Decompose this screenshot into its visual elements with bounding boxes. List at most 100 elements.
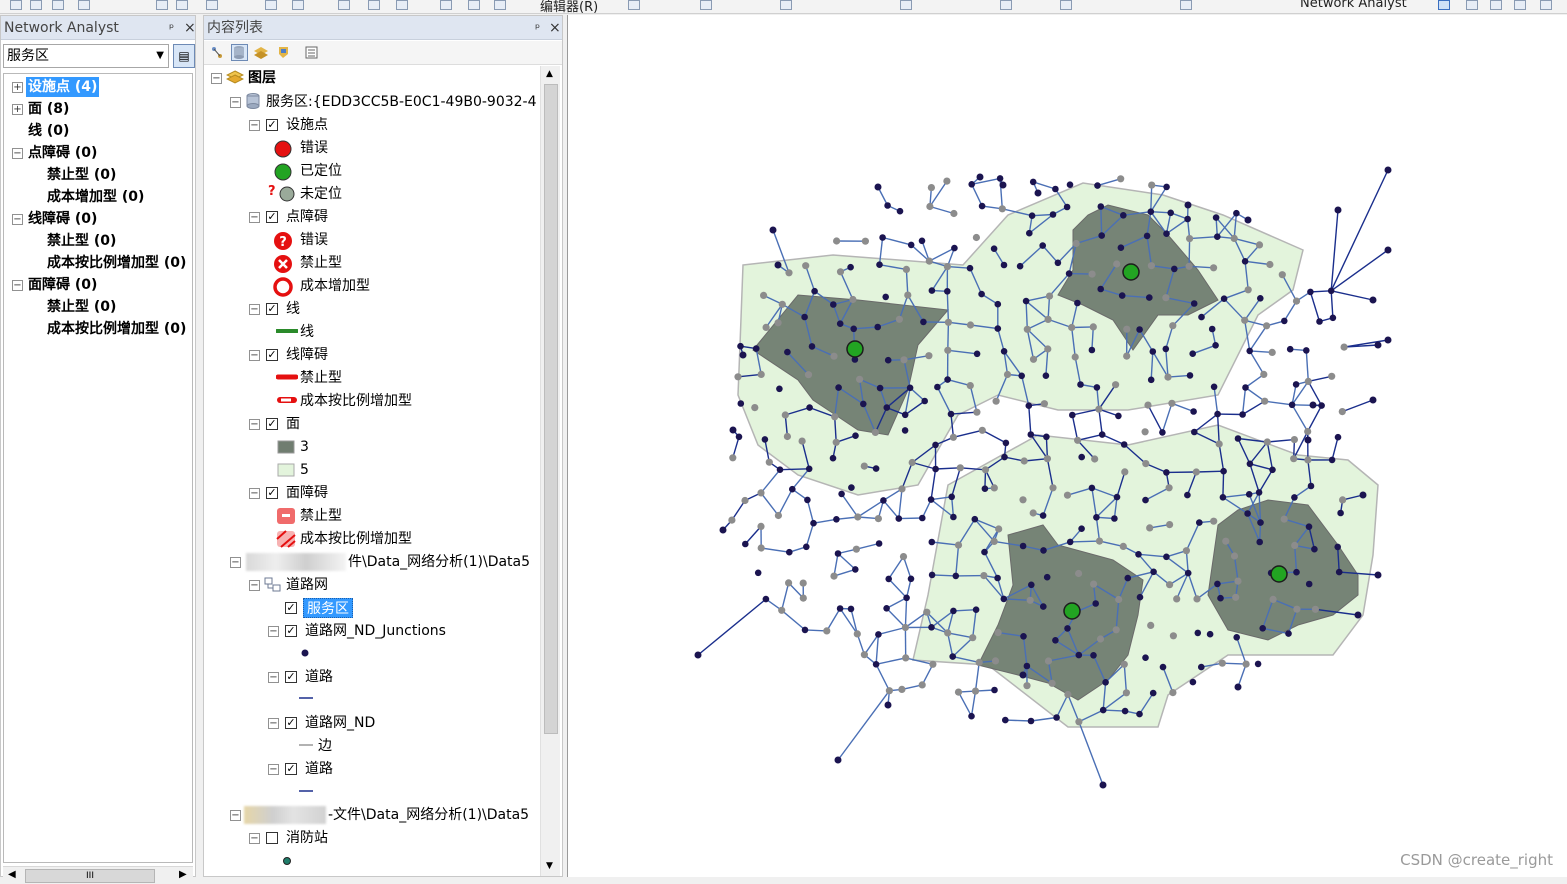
list-by-visibility-icon[interactable] <box>253 44 270 61</box>
toc-service-area-selected[interactable]: 服务区 <box>303 598 353 618</box>
close-icon[interactable]: × <box>549 16 561 40</box>
collapse-icon[interactable]: − <box>268 764 279 775</box>
select-features-icon[interactable] <box>206 0 218 10</box>
na-item-facilities[interactable]: 设施点 (4) <box>26 77 99 97</box>
layer-checkbox[interactable]: ✓ <box>266 211 278 223</box>
toc-workspace-path-1[interactable]: 件\Data_网络分析(1)\Data5 <box>348 552 530 572</box>
scroll-down-icon[interactable]: ▼ <box>546 861 553 871</box>
options-icon[interactable] <box>303 44 320 61</box>
toc-polygon-barriers[interactable]: 面障碍 <box>286 483 328 503</box>
xy-icon[interactable] <box>440 0 452 10</box>
na-directions-icon[interactable] <box>1514 0 1526 10</box>
back-extent-icon[interactable] <box>156 0 168 10</box>
collapse-icon[interactable]: − <box>249 350 260 361</box>
globe-icon[interactable] <box>78 0 90 10</box>
collapse-icon[interactable]: − <box>249 212 260 223</box>
georef-icon[interactable] <box>1060 0 1072 10</box>
list-by-source-icon[interactable] <box>231 44 248 61</box>
attributes-icon[interactable] <box>900 0 912 10</box>
collapse-icon[interactable]: − <box>12 214 23 225</box>
identify-icon[interactable] <box>292 0 304 10</box>
editor-menu[interactable]: 编辑器(R) <box>540 0 598 14</box>
layer-checkbox[interactable]: ✓ <box>266 487 278 499</box>
list-by-drawing-order-icon[interactable] <box>209 44 226 61</box>
vertical-scrollbar[interactable]: ▲ ▼ <box>540 66 560 876</box>
collapse-icon[interactable]: − <box>249 419 260 430</box>
toc-junctions[interactable]: 道路网_ND_Junctions <box>305 621 446 641</box>
collapse-icon[interactable]: − <box>249 120 260 131</box>
select-elements-icon[interactable] <box>265 0 277 10</box>
layer-checkbox[interactable]: ✓ <box>285 602 297 614</box>
na-window-icon[interactable] <box>1438 0 1450 10</box>
close-icon[interactable]: × <box>184 16 196 40</box>
pan-icon[interactable] <box>52 0 64 10</box>
expand-icon[interactable]: + <box>12 104 23 115</box>
scroll-right-icon[interactable]: ▶ <box>179 869 187 880</box>
toc-network-nd[interactable]: 道路网_ND <box>305 713 375 733</box>
na-item-polygon-restriction[interactable]: 禁止型 (0) <box>47 297 116 317</box>
scroll-up-icon[interactable]: ▲ <box>546 69 553 79</box>
map-view[interactable]: CSDN @create_right <box>567 15 1567 877</box>
na-item-point-added-cost[interactable]: 成本增加型 (0) <box>47 187 144 207</box>
toc-workspace-path-2[interactable]: -文件\Data_网络分析(1)\Data5 <box>328 805 529 825</box>
na-build-icon[interactable] <box>1490 0 1502 10</box>
edit-tool-icon[interactable] <box>628 0 640 10</box>
collapse-icon[interactable]: − <box>249 488 260 499</box>
toc-service-area-group[interactable]: 服务区:{EDD3CC5B-E0C1-49B0-9032-4 <box>266 92 537 112</box>
list-by-selection-icon[interactable] <box>275 44 292 61</box>
na-layer-dropdown[interactable]: 服务区 ▼ <box>3 44 169 68</box>
na-item-polygons[interactable]: 面 (8) <box>28 99 69 119</box>
collapse-icon[interactable]: − <box>268 626 279 637</box>
layer-checkbox[interactable] <box>266 832 278 844</box>
toc-fire-stations[interactable]: 消防站 <box>286 828 328 848</box>
collapse-icon[interactable]: − <box>249 833 260 844</box>
toc-point-barriers[interactable]: 点障碍 <box>286 207 328 227</box>
collapse-icon[interactable]: − <box>230 557 241 568</box>
horizontal-scrollbar[interactable]: ◀ III ▶ <box>3 866 193 884</box>
toc-roads[interactable]: 道路 <box>305 667 333 687</box>
collapse-icon[interactable]: − <box>268 718 279 729</box>
toc-polygons[interactable]: 面 <box>286 414 300 434</box>
na-item-lines[interactable]: 线 (0) <box>28 121 69 141</box>
binoculars-icon[interactable] <box>396 0 408 10</box>
collapse-icon[interactable]: − <box>230 97 241 108</box>
scroll-left-icon[interactable]: ◀ <box>8 869 16 880</box>
expand-icon[interactable]: + <box>12 82 23 93</box>
sketch-tool-icon[interactable] <box>700 0 712 10</box>
toc-layers-root[interactable]: 图层 <box>248 68 276 88</box>
layer-checkbox[interactable]: ✓ <box>285 717 297 729</box>
collapse-icon[interactable]: − <box>230 810 241 821</box>
na-item-line-scaled-cost[interactable]: 成本按比例增加型 (0) <box>47 253 186 273</box>
layer-checkbox[interactable]: ✓ <box>285 671 297 683</box>
toc-roads-2[interactable]: 道路 <box>305 759 333 779</box>
na-item-point-restriction[interactable]: 禁止型 (0) <box>47 165 116 185</box>
na-item-polygon-barriers[interactable]: 面障碍 (0) <box>28 275 97 295</box>
layer-checkbox[interactable]: ✓ <box>266 349 278 361</box>
layer-checkbox[interactable]: ✓ <box>266 418 278 430</box>
service-area-map[interactable] <box>568 15 1567 877</box>
na-options-icon[interactable] <box>1540 0 1552 10</box>
collapse-icon[interactable]: − <box>12 280 23 291</box>
forward-extent-icon[interactable] <box>176 0 188 10</box>
collapse-icon[interactable]: − <box>249 304 260 315</box>
toc-lines[interactable]: 线 <box>286 299 300 319</box>
layer-checkbox[interactable]: ✓ <box>266 303 278 315</box>
na-item-polygon-scaled-cost[interactable]: 成本按比例增加型 (0) <box>47 319 186 339</box>
layer-checkbox[interactable]: ✓ <box>266 119 278 131</box>
layer-checkbox[interactable]: ✓ <box>285 763 297 775</box>
zoom-out-icon[interactable] <box>30 0 42 10</box>
time-slider-icon[interactable] <box>468 0 480 10</box>
zoom-in-icon[interactable] <box>10 0 22 10</box>
html-popup-icon[interactable] <box>494 0 506 10</box>
na-item-line-barriers[interactable]: 线障碍 (0) <box>28 209 97 229</box>
pin-icon[interactable]: ᵖ <box>169 16 174 40</box>
collapse-icon[interactable]: − <box>12 148 23 159</box>
measure-icon[interactable] <box>368 0 380 10</box>
network-analyst-menu[interactable]: Network Analyst <box>1300 0 1407 11</box>
find-icon[interactable] <box>338 0 350 10</box>
toc-line-barriers[interactable]: 线障碍 <box>286 345 328 365</box>
collapse-icon[interactable]: − <box>249 580 260 591</box>
scrollbar-thumb[interactable]: III <box>25 869 155 883</box>
layer-checkbox[interactable]: ✓ <box>285 625 297 637</box>
split-tool-icon[interactable] <box>780 0 792 10</box>
